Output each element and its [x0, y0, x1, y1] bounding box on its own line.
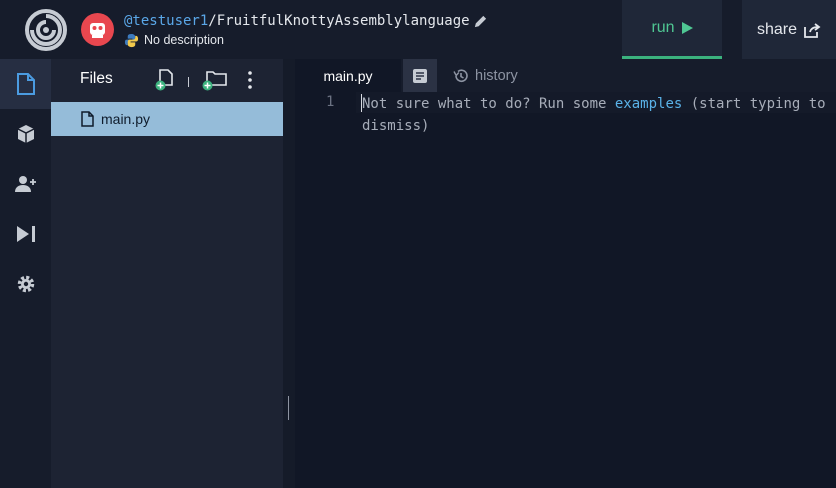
files-title: Files	[80, 70, 113, 87]
rail-debugger[interactable]	[0, 209, 51, 259]
debugger-icon	[16, 226, 35, 242]
rail-invite[interactable]	[0, 159, 51, 209]
tab-history[interactable]: history	[453, 59, 518, 92]
line-number: 1	[326, 94, 335, 110]
repl-description[interactable]: No description	[144, 33, 224, 47]
console-icon	[413, 68, 427, 83]
resize-handle[interactable]	[288, 396, 289, 420]
run-label: run	[651, 19, 675, 36]
history-label: history	[475, 67, 518, 84]
more-options-icon[interactable]	[244, 69, 256, 91]
settings-icon	[17, 275, 34, 293]
files-icon	[16, 73, 35, 95]
avatar[interactable]	[81, 13, 114, 46]
rail-packages[interactable]	[0, 109, 51, 159]
username-link[interactable]: @testuser1	[124, 13, 208, 29]
share-button[interactable]: share	[742, 0, 836, 59]
files-panel: Files main.py	[51, 59, 283, 488]
code-editor[interactable]: main.py history 1 Not sure what to do? R…	[295, 59, 836, 488]
editor-tabs: main.py history	[295, 59, 836, 92]
top-bar: @testuser1/FruitfulKnottyAssemblylanguag…	[0, 0, 836, 59]
examples-link[interactable]: examples	[615, 96, 682, 112]
file-name: main.py	[101, 111, 151, 127]
path-separator: /	[208, 13, 217, 29]
hint-text-start: Not sure what to do? Run some	[362, 96, 615, 112]
packages-icon	[17, 125, 34, 143]
repl-logo-icon[interactable]	[24, 8, 68, 52]
toolbar-divider	[188, 77, 189, 87]
share-icon	[804, 22, 821, 38]
text-cursor	[361, 94, 362, 112]
play-icon	[681, 22, 693, 34]
run-button[interactable]: run	[622, 0, 722, 59]
repl-path: @testuser1/FruitfulKnottyAssemblylanguag…	[124, 13, 470, 29]
file-item[interactable]: main.py	[51, 102, 283, 136]
file-icon	[81, 111, 94, 127]
sidebar-rail	[0, 59, 51, 488]
panel-resizer[interactable]	[283, 59, 295, 488]
history-icon	[453, 68, 468, 82]
rail-settings[interactable]	[0, 259, 51, 309]
tab-console[interactable]	[403, 59, 437, 92]
pencil-icon[interactable]	[473, 14, 488, 29]
share-label: share	[756, 20, 798, 38]
add-user-icon	[14, 176, 36, 192]
rail-files[interactable]	[0, 59, 51, 109]
repl-name[interactable]: FruitfulKnottyAssemblylanguage	[217, 13, 470, 29]
add-folder-icon[interactable]	[202, 69, 228, 91]
python-icon	[124, 33, 139, 48]
tab-main-py[interactable]: main.py	[295, 59, 401, 92]
add-file-icon[interactable]	[155, 69, 175, 91]
editor-hint[interactable]: Not sure what to do? Run some examples (…	[362, 93, 832, 137]
